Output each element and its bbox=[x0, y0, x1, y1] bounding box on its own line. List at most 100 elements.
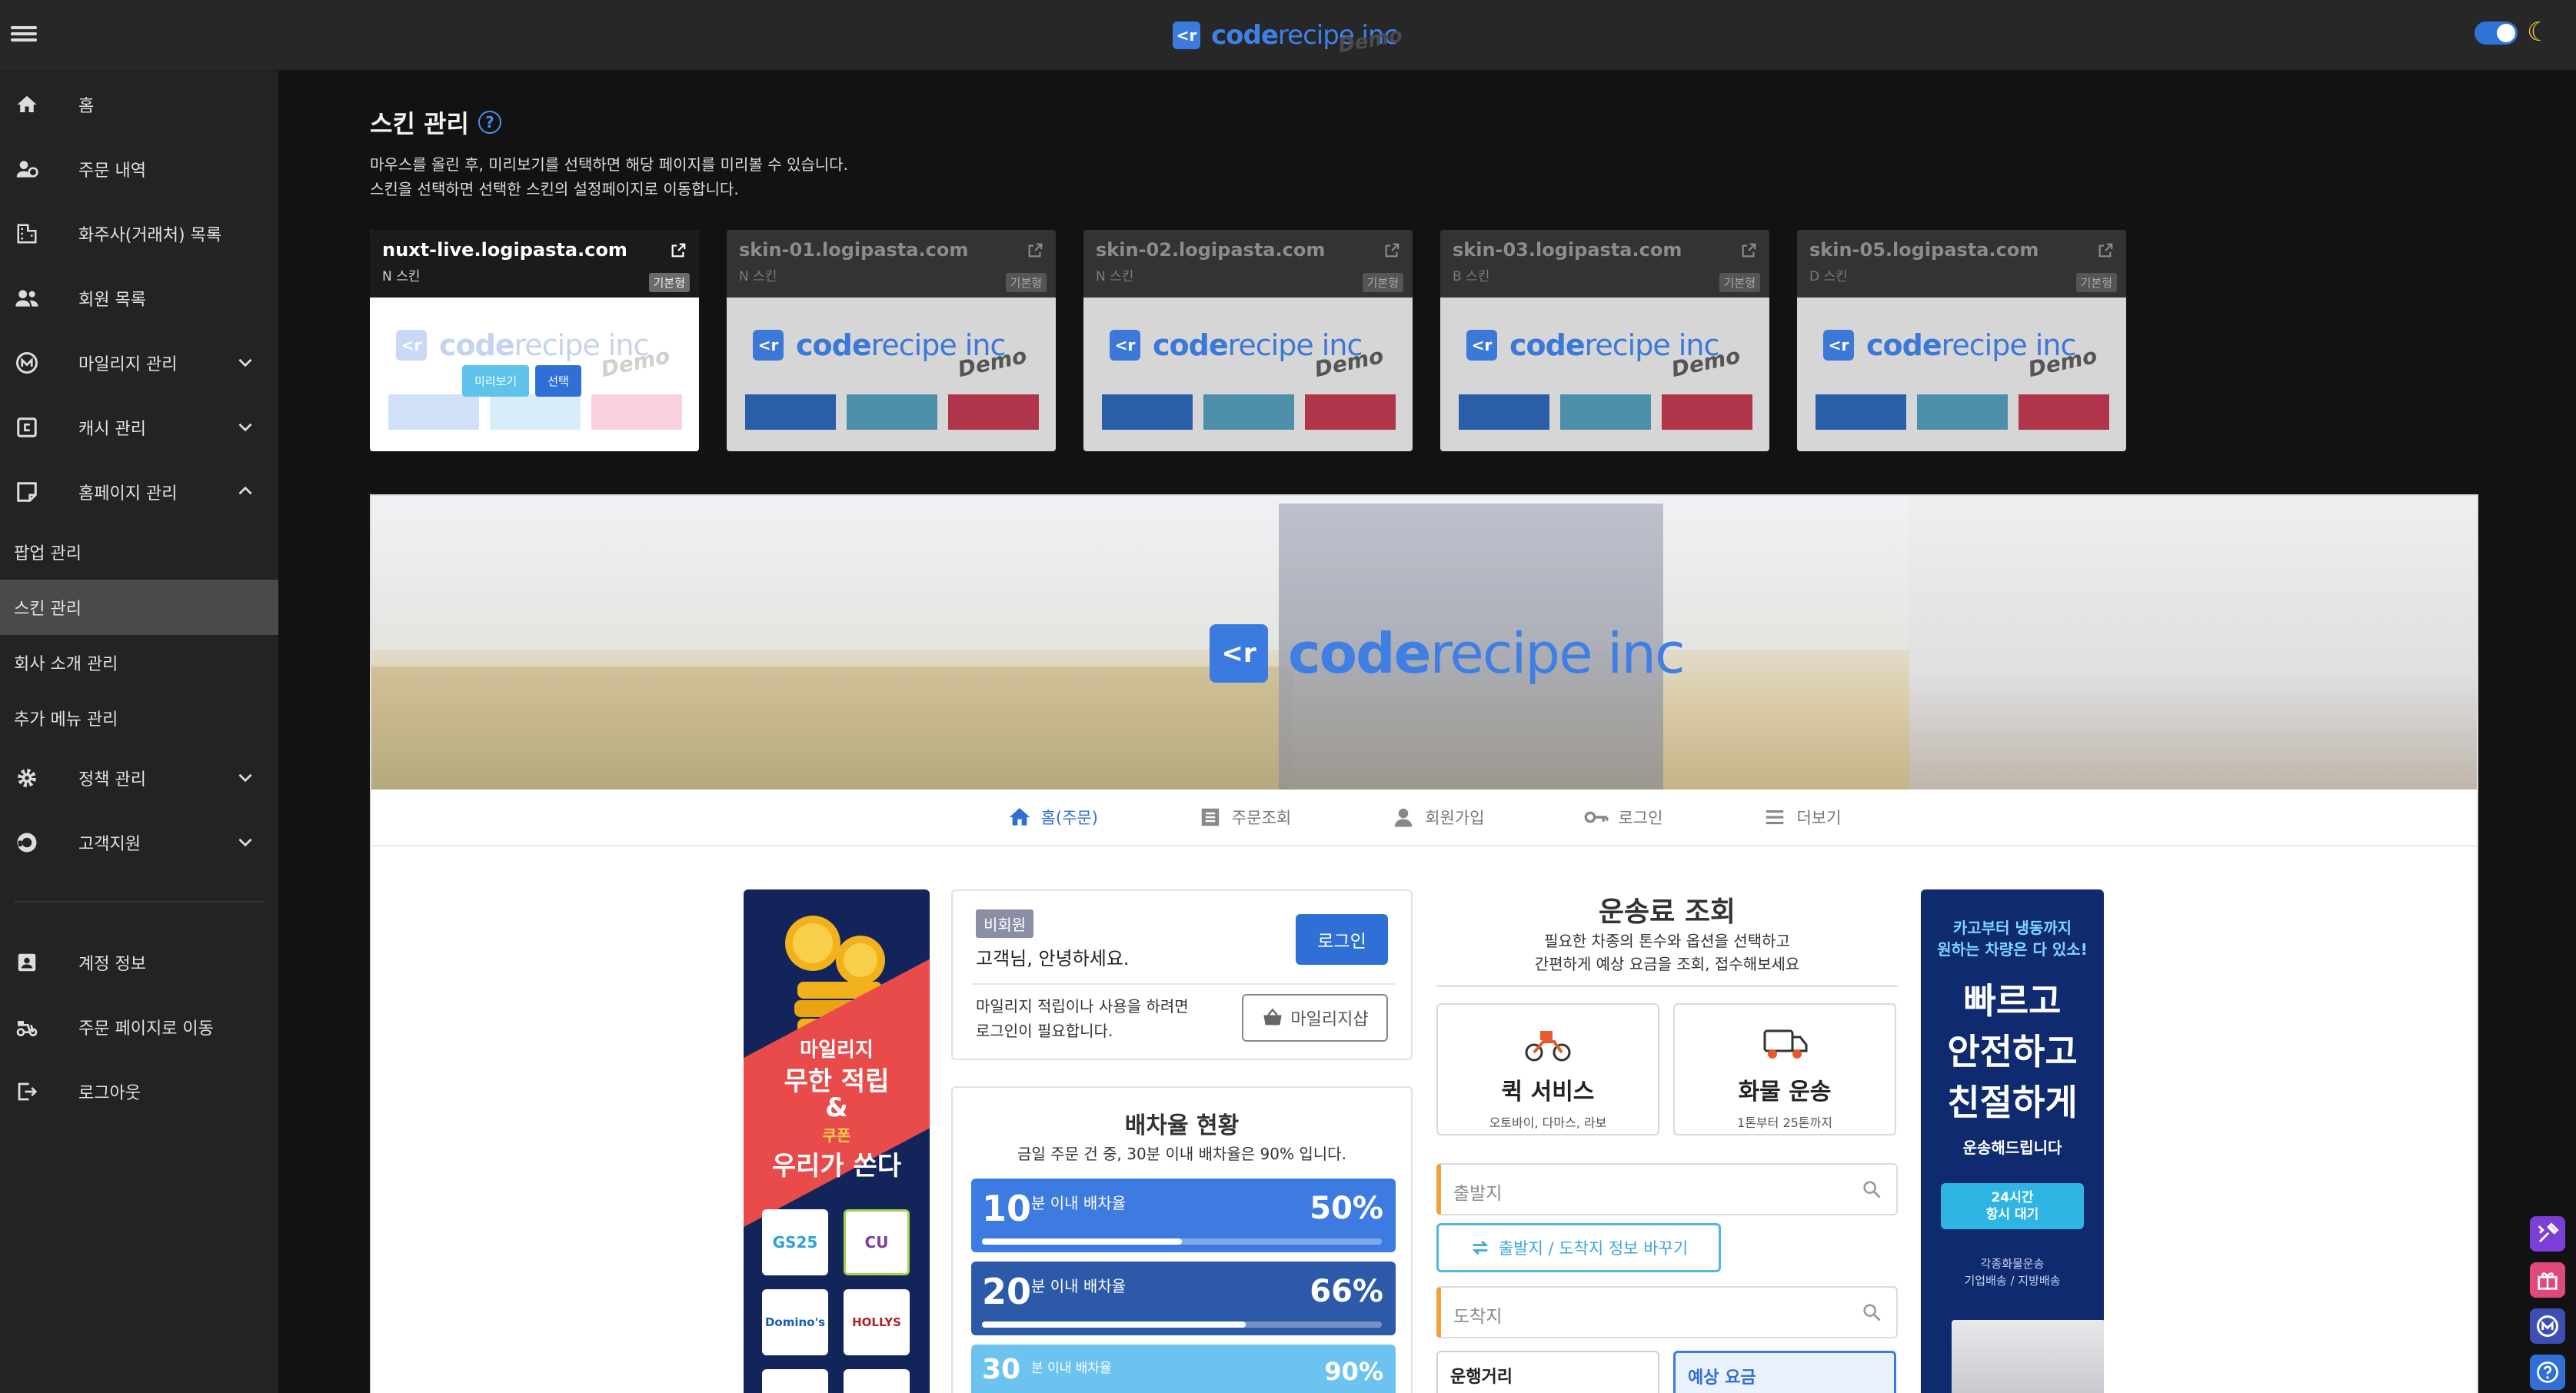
home-icon bbox=[1007, 805, 1032, 829]
sidebar-item-account[interactable]: 계정 정보 bbox=[0, 930, 278, 995]
sidebar-item-label: 마일리지 관리 bbox=[78, 355, 178, 374]
search-icon bbox=[1863, 1304, 1881, 1322]
skin-card-skin-05[interactable]: skin-05.logipasta.com D 스킨 기본형 <r coderec… bbox=[1797, 230, 2126, 451]
preview-nav-label: 더보기 bbox=[1796, 809, 1842, 827]
open-external-icon[interactable] bbox=[2097, 242, 2114, 259]
skin-color-swatches bbox=[745, 394, 1039, 430]
sidebar-subitem-company-intro[interactable]: 회사 소개 관리 bbox=[0, 635, 278, 690]
sidebar-item-policy[interactable]: 정책 관리 bbox=[0, 746, 278, 810]
open-external-icon[interactable] bbox=[1740, 242, 1757, 259]
preview-nav-login[interactable]: 로그인 bbox=[1584, 805, 1662, 829]
truck-icon bbox=[1763, 1029, 1808, 1059]
sidebar: 홈 주문 내역 화주사(거래처) 목록 회원 목록 마일리지 관리 캐시 관리 … bbox=[0, 71, 278, 1393]
webpage-icon bbox=[14, 479, 40, 505]
service-name: 화물 운송 bbox=[1738, 1079, 1832, 1105]
banner-text: 우리가 쏜다 bbox=[771, 1151, 902, 1182]
greeting-text: 고객님, 안녕하세요. bbox=[976, 948, 1130, 969]
preview-hero-logo[interactable]: <r coderecipe inc bbox=[1210, 621, 1686, 686]
mileage-promo-banner[interactable]: 마일리지 무한 적립 & 쿠폰 우리가 쏜다 GS25 CU Domino's … bbox=[744, 889, 930, 1393]
mileage-icon[interactable] bbox=[2530, 1308, 2565, 1344]
skin-thumb-logo-icon: <r bbox=[753, 330, 784, 361]
page-title: 스킨 관리 ? bbox=[370, 105, 501, 140]
dispatch-rate-card: 배차율 현황 금일 주문 건 중, 30분 이내 배차율은 90% 입니다. 1… bbox=[951, 1086, 1413, 1393]
sidebar-item-label: 계정 정보 bbox=[78, 955, 146, 974]
freight-service-option[interactable]: 화물 운송 1톤부터 25톤까지 bbox=[1673, 1003, 1896, 1135]
rate-percent: 90% bbox=[1324, 1357, 1383, 1386]
preview-hero-logo-text: coderecipe inc bbox=[1288, 621, 1686, 686]
freight-promo-banner[interactable]: 카고부터 냉동까지 원하는 차량은 다 있소! 빠르고 안전하고 친절하게 운송해드립… bbox=[1921, 889, 2104, 1393]
sidebar-subitem-skin[interactable]: 스킨 관리 bbox=[0, 580, 278, 635]
sidebar-item-logout[interactable]: 로그아웃 bbox=[0, 1059, 278, 1124]
fare-description-line: 간편하게 예상 요금을 조회, 접수해보세요 bbox=[1534, 955, 1800, 973]
notice-line: 로그인이 필요합니다. bbox=[976, 1022, 1113, 1040]
banner-footer: 각종화물운송 기업배송 / 지방배송 bbox=[1964, 1257, 2061, 1288]
mileage-shop-button[interactable]: 마일리지샵 bbox=[1242, 994, 1388, 1042]
login-button[interactable]: 로그인 bbox=[1296, 914, 1388, 965]
quick-service-option[interactable]: 퀵 서비스 오토바이, 다마스, 라보 bbox=[1436, 1003, 1659, 1135]
brand-logo[interactable]: <r coderecipe inc Demo bbox=[1173, 18, 1404, 58]
color-swatch bbox=[847, 394, 937, 430]
skin-card-skin-03[interactable]: skin-03.logipasta.com B 스킨 기본형 <r coderec… bbox=[1440, 230, 1769, 451]
skin-name: N 스킨 bbox=[1096, 269, 1134, 284]
banner-text: & bbox=[825, 1092, 848, 1123]
origin-placeholder: 출발지 bbox=[1453, 1184, 1503, 1204]
hamburger-menu-icon[interactable] bbox=[11, 23, 37, 46]
logout-icon bbox=[14, 1079, 40, 1105]
preview-hero-banner: <r coderecipe inc bbox=[371, 496, 2477, 790]
sidebar-item-shippers[interactable]: 화주사(거래처) 목록 bbox=[0, 201, 278, 266]
skin-domain: skin-03.logipasta.com bbox=[1453, 239, 1682, 261]
skin-card-header: skin-02.logipasta.com N 스킨 기본형 bbox=[1083, 230, 1413, 298]
order-history-icon bbox=[14, 156, 40, 182]
skin-color-swatches bbox=[1102, 394, 1396, 430]
open-external-icon[interactable] bbox=[1027, 242, 1043, 259]
help-icon[interactable]: ? bbox=[478, 111, 501, 134]
sidebar-item-orders[interactable]: 주문 내역 bbox=[0, 137, 278, 201]
color-swatch bbox=[1305, 394, 1396, 430]
skin-name: N 스킨 bbox=[739, 269, 777, 284]
sidebar-item-home[interactable]: 홈 bbox=[0, 72, 278, 137]
preview-nav-order-lookup[interactable]: 주문조회 bbox=[1198, 805, 1291, 829]
preview-button[interactable]: 미리보기 bbox=[462, 365, 530, 397]
tools-icon[interactable] bbox=[2530, 1216, 2565, 1252]
skin-type-badge: 기본형 bbox=[2075, 273, 2117, 292]
swap-origin-destination-button[interactable]: 출발지 / 도착지 정보 바꾸기 bbox=[1436, 1223, 1721, 1272]
sidebar-item-label: 정책 관리 bbox=[78, 770, 146, 790]
skin-name: N 스킨 bbox=[382, 269, 421, 284]
gift-icon[interactable] bbox=[2530, 1262, 2565, 1298]
sidebar-item-cash[interactable]: 캐시 관리 bbox=[0, 395, 278, 460]
open-external-icon[interactable] bbox=[1383, 242, 1400, 259]
sidebar-item-members[interactable]: 회원 목록 bbox=[0, 266, 278, 331]
page-description: 마우스를 올린 후, 미리보기를 선택하면 해당 페이지를 미리볼 수 있습니다… bbox=[370, 152, 848, 201]
dispatch-rate-bar-20: 20 분 이내 배차율 66% bbox=[971, 1262, 1396, 1335]
mileage-shop-label: 마일리지샵 bbox=[1290, 1010, 1369, 1029]
cash-icon bbox=[14, 414, 40, 441]
menu-icon bbox=[1762, 805, 1787, 829]
preview-nav-more[interactable]: 더보기 bbox=[1762, 805, 1841, 829]
help-icon[interactable] bbox=[2530, 1355, 2565, 1390]
sidebar-item-support[interactable]: 고객지원 bbox=[0, 810, 278, 875]
sidebar-item-homepage[interactable]: 홈페이지 관리 bbox=[0, 460, 278, 524]
skin-card-header: skin-01.logipasta.com N 스킨 기본형 bbox=[727, 230, 1056, 298]
rate-label: 분 이내 배차율 bbox=[1031, 1194, 1127, 1212]
skin-domain: skin-05.logipasta.com bbox=[1809, 239, 2039, 261]
estimated-fare-box: 예상 요금 bbox=[1673, 1351, 1896, 1393]
hollys-logo: HOLLYS bbox=[844, 1289, 910, 1355]
origin-input[interactable]: 출발지 bbox=[1436, 1163, 1898, 1215]
service-desc: 오토바이, 다마스, 라보 bbox=[1489, 1115, 1607, 1130]
service-desc: 1톤부터 25톤까지 bbox=[1737, 1115, 1832, 1130]
preview-nav-signup[interactable]: 회원가입 bbox=[1391, 805, 1484, 829]
truck-image bbox=[1952, 1320, 2104, 1393]
sidebar-subitem-extra-menu[interactable]: 추가 메뉴 관리 bbox=[0, 690, 278, 746]
skin-card-nuxt-live[interactable]: nuxt-live.logipasta.com N 스킨 기본형 <r coder… bbox=[370, 230, 699, 451]
sidebar-subitem-popup[interactable]: 팝업 관리 bbox=[0, 524, 278, 580]
sidebar-item-mileage[interactable]: 마일리지 관리 bbox=[0, 331, 278, 395]
dark-mode-toggle[interactable] bbox=[2474, 22, 2518, 45]
sidebar-item-order-page[interactable]: 주문 페이지로 이동 bbox=[0, 995, 278, 1059]
skin-card-skin-01[interactable]: skin-01.logipasta.com N 스킨 기본형 <r coderec… bbox=[727, 230, 1056, 451]
search-icon bbox=[1863, 1181, 1881, 1199]
preview-nav-home[interactable]: 홈(주문) bbox=[1007, 805, 1098, 829]
open-external-icon[interactable] bbox=[670, 242, 687, 259]
destination-input[interactable]: 도착지 bbox=[1436, 1286, 1898, 1338]
skin-card-skin-02[interactable]: skin-02.logipasta.com N 스킨 기본형 <r coderec… bbox=[1083, 230, 1413, 451]
select-button[interactable]: 선택 bbox=[535, 365, 581, 397]
